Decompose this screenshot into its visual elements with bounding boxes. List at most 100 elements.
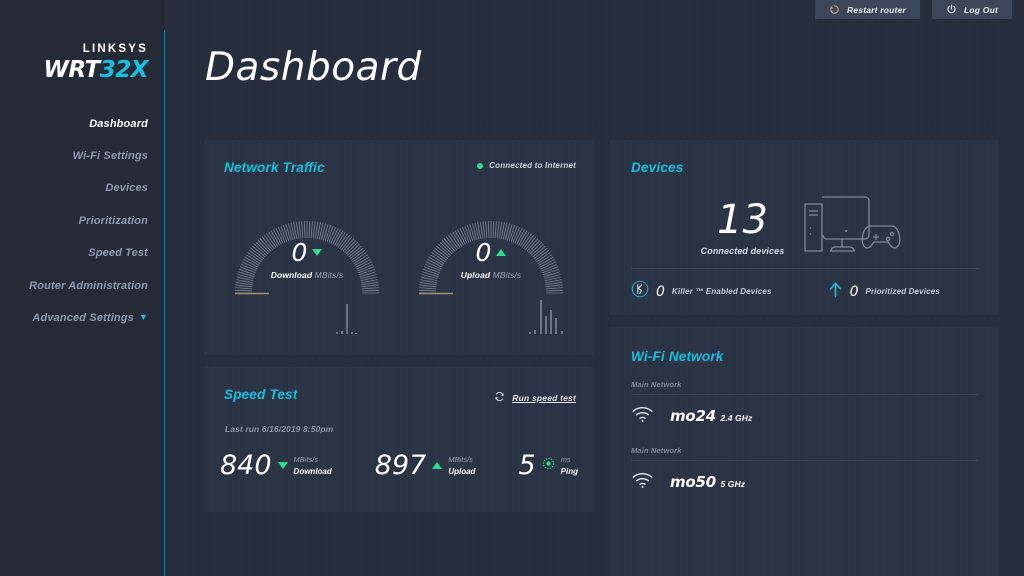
- upload-unit: MBits/s: [492, 270, 522, 280]
- prioritized-devices-stat: 0 Prioritized Devices: [828, 280, 940, 303]
- logout-label: Log Out: [964, 4, 998, 15]
- sidebar-item-label: Prioritization: [78, 214, 148, 227]
- topbar-actions: Restart router Log Out: [815, 0, 1012, 19]
- power-icon: [946, 4, 957, 15]
- speed-result-download: 840 MBits/s Download: [220, 452, 332, 479]
- killer-enabled-devices-stat: 0 Killer ™ Enabled Devices: [631, 280, 772, 303]
- wifi-divider: [631, 460, 978, 461]
- restart-router-button[interactable]: Restart router: [815, 0, 921, 19]
- sidebar-item-label: Advanced Settings: [32, 311, 134, 324]
- prioritized-devices-label: Prioritized Devices: [865, 287, 940, 296]
- speed-test-results: 840 MBits/s Download 897 MBits/s Upload: [220, 452, 584, 479]
- network-traffic-title: Network Traffic: [224, 160, 325, 175]
- pc-monitor-gamepad-icon: [800, 190, 908, 265]
- speed-download-value: 840: [220, 450, 272, 481]
- devices-panel: Devices 13 Connected devices 0 Killer ™ …: [610, 140, 999, 315]
- sidebar-item-label: Wi-Fi Settings: [72, 150, 148, 163]
- sidebar-item-label: Speed Test: [88, 247, 148, 260]
- speed-download-unit: MBits/s: [293, 455, 319, 465]
- restart-router-label: Restart router: [847, 4, 907, 15]
- speed-test-last-run: Last run 6/16/2019 8:50pm: [225, 424, 334, 434]
- restart-icon: [829, 4, 840, 15]
- traffic-gauges: 0 Download MBits/s 0 Upload MBits/s: [204, 192, 594, 342]
- internet-status-label: Connected to Internet: [489, 161, 576, 170]
- devices-stats: 0 Killer ™ Enabled Devices 0 Prioritized…: [631, 280, 978, 303]
- triangle-up-icon: [432, 462, 443, 469]
- sidebar-item-devices[interactable]: Devices: [0, 172, 148, 204]
- devices-divider: [631, 268, 978, 269]
- speed-ping-value: 5: [518, 450, 536, 481]
- speed-ping-label: Ping: [560, 467, 578, 477]
- killer-enabled-count: 0: [656, 283, 665, 300]
- brand-logo-model: WRT32X: [0, 56, 149, 83]
- run-speed-test-label: Run speed test: [512, 393, 576, 403]
- sidebar: LINKSYS WRT32X Dashboard Wi-Fi Settings …: [0, 0, 165, 576]
- triangle-up-icon: [496, 249, 507, 256]
- sidebar-item-speed-test[interactable]: Speed Test: [0, 237, 148, 269]
- main-content: Restart router Log Out Dashboard Network…: [165, 0, 1024, 576]
- speed-download-label: Download: [293, 467, 332, 477]
- upload-gauge-readout: 0 Upload MBits/s: [401, 240, 581, 280]
- upload-value: 0: [475, 238, 492, 267]
- brand-logo-wrt: WRT: [43, 56, 101, 83]
- sidebar-item-advanced-settings[interactable]: Advanced Settings ▼: [0, 302, 148, 334]
- wifi-network-title: Wi-Fi Network: [631, 349, 724, 364]
- wifi-ssid: mo24: [670, 406, 717, 425]
- sidebar-item-router-administration[interactable]: Router Administration: [0, 269, 148, 301]
- speed-upload-unit: MBits/s: [448, 455, 473, 465]
- connected-devices-label: Connected devices: [700, 245, 785, 256]
- logout-button[interactable]: Log Out: [932, 0, 1012, 19]
- wifi-network-panel: Wi-Fi Network Main Network mo24 2.4 GHz …: [610, 327, 999, 576]
- brand-logo: LINKSYS WRT32X: [0, 43, 165, 83]
- wifi-ssid: mo50: [670, 472, 717, 491]
- network-traffic-panel: Network Traffic Connected to Internet 0 …: [204, 140, 594, 355]
- speed-ping-unit: ms: [560, 455, 571, 465]
- upload-label: Upload: [460, 270, 491, 280]
- download-gauge-readout: 0 Download MBits/s: [217, 240, 397, 280]
- speed-result-upload: 897 MBits/s Upload: [375, 452, 476, 479]
- wifi-network-list: Main Network mo24 2.4 GHz Main Network m…: [631, 380, 978, 512]
- sidebar-item-dashboard[interactable]: Dashboard: [0, 108, 148, 140]
- wifi-divider: [631, 394, 978, 395]
- speed-test-title: Speed Test: [224, 387, 298, 402]
- killer-enabled-label: Killer ™ Enabled Devices: [671, 287, 772, 296]
- speed-upload-value: 897: [374, 450, 427, 481]
- dashboard-panels: Network Traffic Connected to Internet 0 …: [204, 140, 1014, 576]
- speed-upload-label: Upload: [448, 467, 476, 477]
- run-speed-test-button[interactable]: Run speed test: [494, 389, 576, 407]
- internet-status: Connected to Internet: [477, 161, 576, 170]
- refresh-icon: [494, 389, 505, 407]
- devices-summary: 13 Connected devices: [610, 190, 999, 265]
- brand-logo-32x: 32X: [99, 56, 149, 83]
- sidebar-item-wifi-settings[interactable]: Wi-Fi Settings: [0, 140, 148, 172]
- upload-gauge: 0 Upload MBits/s: [401, 192, 581, 342]
- wifi-network-entry[interactable]: Main Network: [631, 380, 978, 446]
- triangle-down-icon: [312, 249, 323, 256]
- status-dot-icon: [477, 162, 484, 169]
- download-label: Download: [270, 270, 313, 280]
- connected-devices-count: 13: [717, 196, 768, 243]
- wifi-group-label: Main Network: [631, 446, 682, 455]
- chevron-down-icon: ▼: [138, 311, 148, 322]
- sidebar-item-prioritization[interactable]: Prioritization: [0, 205, 148, 237]
- sidebar-item-label: Dashboard: [89, 117, 148, 130]
- wifi-band: 2.4 GHz: [720, 412, 753, 423]
- wifi-band: 5 GHz: [720, 478, 746, 489]
- sidebar-item-label: Router Administration: [29, 279, 148, 292]
- download-gauge: 0 Download MBits/s: [217, 192, 397, 342]
- devices-title: Devices: [631, 160, 684, 175]
- speed-test-panel: Speed Test Run speed test Last run 6/16/…: [204, 367, 594, 512]
- app-root: LINKSYS WRT32X Dashboard Wi-Fi Settings …: [0, 0, 1024, 576]
- wifi-network-entry[interactable]: Main Network: [631, 446, 978, 512]
- prioritized-devices-count: 0: [849, 283, 859, 300]
- page-title: Dashboard: [205, 45, 422, 90]
- brand-logo-linksys: LINKSYS: [82, 43, 148, 55]
- speed-result-ping: 5 ms Ping: [518, 452, 578, 479]
- sidebar-item-label: Devices: [105, 182, 148, 195]
- triangle-down-icon: [277, 462, 288, 469]
- ping-icon: [542, 457, 555, 475]
- download-unit: MBits/s: [314, 270, 344, 280]
- wifi-group-label: Main Network: [631, 380, 682, 389]
- killer-logo-icon: [631, 280, 649, 303]
- sidebar-nav: Dashboard Wi-Fi Settings Devices Priorit…: [0, 108, 165, 335]
